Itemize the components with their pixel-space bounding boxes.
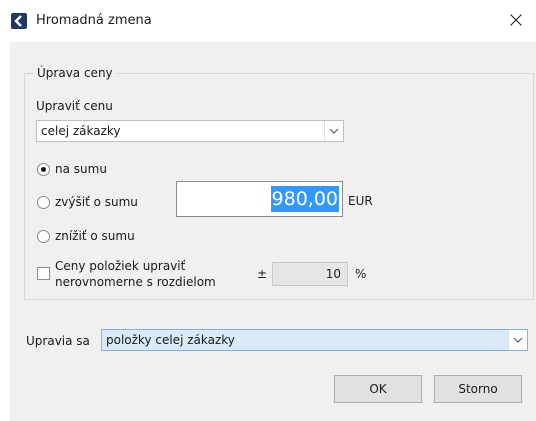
radio-decrease-label: znížiť o sumu [55, 229, 135, 243]
dialog-edge [0, 42, 10, 421]
percent-input[interactable]: 10 [272, 262, 348, 286]
applies-label: Upravia sa [26, 334, 90, 348]
amount-value: 980,00 [270, 186, 339, 212]
adjust-price-value: celej zákazky [41, 124, 121, 138]
uneven-checkbox[interactable] [37, 267, 50, 280]
uneven-label-line2: nerovnomerne s rozdielom [55, 275, 216, 289]
currency-label: EUR [348, 194, 373, 208]
close-icon [510, 14, 522, 26]
chevron-down-icon [513, 337, 523, 343]
title-bar: Hromadná zmena [0, 0, 536, 42]
radio-decrease[interactable] [37, 230, 50, 243]
dialog-window: Hromadná zmena Úprava ceny Upraviť cenu … [0, 0, 536, 421]
adjust-price-select[interactable]: celej zákazky [36, 120, 344, 142]
percent-value: 10 [325, 267, 341, 281]
cancel-button[interactable]: Storno [434, 375, 522, 403]
close-button[interactable] [496, 0, 536, 40]
dropdown-arrow[interactable] [324, 121, 343, 141]
uneven-label-line1: Ceny položiek upraviť [55, 259, 186, 273]
radio-set-sum[interactable] [37, 163, 50, 176]
app-logo-icon [11, 13, 27, 29]
applies-dropdown-arrow[interactable] [508, 330, 527, 350]
window-title: Hromadná zmena [36, 13, 152, 28]
percent-unit-label: % [355, 267, 367, 281]
applies-select[interactable]: položky celej zákazky [101, 329, 528, 351]
plus-minus-label: ± [257, 267, 268, 281]
ok-button[interactable]: OK [334, 375, 422, 403]
adjust-price-label: Upraviť cenu [36, 99, 113, 113]
amount-input[interactable]: 980,00 [176, 181, 343, 217]
price-adjust-legend: Úprava ceny [33, 66, 117, 80]
radio-increase[interactable] [37, 196, 50, 209]
radio-increase-label: zvýšiť o sumu [55, 195, 138, 209]
chevron-down-icon [329, 128, 339, 134]
radio-set-sum-label: na sumu [55, 162, 107, 176]
applies-select-value: položky celej zákazky [106, 333, 235, 347]
